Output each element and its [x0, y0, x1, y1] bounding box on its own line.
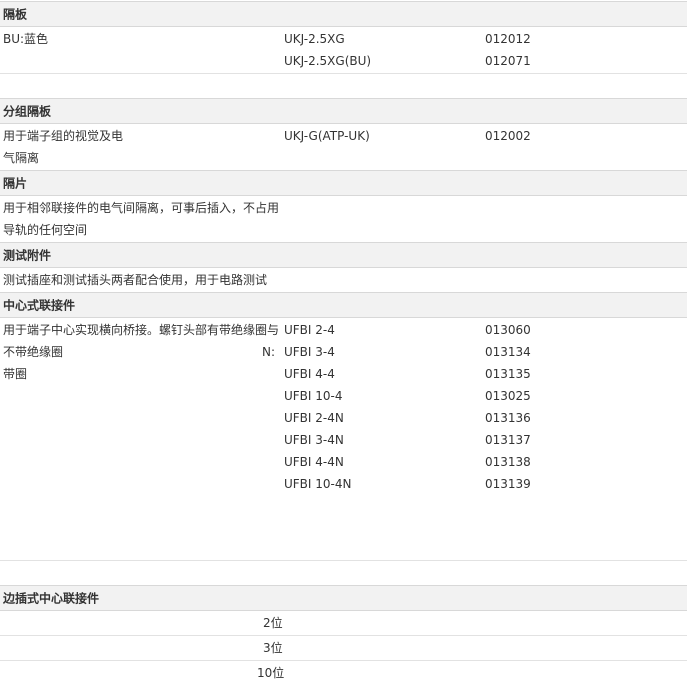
section-desc: 测试插座和测试插头两者配合使用，用于电路测试: [3, 273, 268, 287]
code-cell: 013137: [485, 433, 531, 447]
section-header-test-accessories: 测试附件: [0, 242, 687, 268]
code-cell: 013135: [485, 367, 531, 381]
position-cell: 10位: [257, 666, 285, 680]
code-cell: 013139: [485, 477, 531, 491]
section-title: 边插式中心联接件: [3, 591, 100, 606]
model-cell: UKJ-G(ATP-UK): [284, 129, 370, 143]
section-desc-line: 用于端子中心实现横向桥接。螺钉头部有带绝缘圈与: [3, 323, 280, 337]
model-cell: UFBI 2-4N: [284, 411, 344, 425]
section-title: 隔板: [3, 7, 28, 22]
model-cell: UKJ-2.5XG: [284, 32, 345, 46]
section-desc-line: 气隔离: [3, 151, 40, 165]
model-cell: UFBI 2-4: [284, 323, 335, 337]
section-title: 测试附件: [3, 248, 52, 263]
model-cell: UFBI 4-4: [284, 367, 335, 381]
section-title: 分组隔板: [3, 104, 52, 119]
code-cell: 013025: [485, 389, 531, 403]
section-header-center-bridge: 中心式联接件: [0, 292, 687, 318]
position-cell: 3位: [263, 641, 283, 655]
model-cell: UFBI 3-4N: [284, 433, 344, 447]
code-cell: 012002: [485, 129, 531, 143]
code-cell: 013134: [485, 345, 531, 359]
section-header-side-bridge: 边插式中心联接件: [0, 585, 687, 611]
section-desc-line: 用于端子组的视觉及电: [3, 129, 124, 143]
section-desc-line: 不带绝缘圈: [3, 345, 64, 359]
section-desc-line: 用于相邻联接件的电气间隔离，可事后插入，不占用: [3, 201, 280, 215]
section-title: 中心式联接件: [3, 298, 76, 313]
model-cell: UFBI 10-4N: [284, 477, 352, 491]
model-cell: UKJ-2.5XG(BU): [284, 54, 372, 68]
divider: [0, 635, 687, 636]
variant-marker: N:: [262, 345, 276, 359]
section-header-spacer: 隔片: [0, 170, 687, 196]
divider: [0, 73, 687, 74]
section-desc: BU:蓝色: [3, 32, 49, 46]
code-cell: 012012: [485, 32, 531, 46]
divider: [0, 660, 687, 661]
section-desc-line: 带圈: [3, 367, 28, 381]
code-cell: 013136: [485, 411, 531, 425]
section-header-group-partition: 分组隔板: [0, 98, 687, 124]
model-cell: UFBI 4-4N: [284, 455, 344, 469]
section-title: 隔片: [3, 176, 28, 191]
divider: [0, 560, 687, 561]
code-cell: 012071: [485, 54, 531, 68]
code-cell: 013060: [485, 323, 531, 337]
model-cell: UFBI 10-4: [284, 389, 343, 403]
position-cell: 2位: [263, 616, 283, 630]
model-cell: UFBI 3-4: [284, 345, 335, 359]
section-desc-line: 导轨的任何空间: [3, 223, 88, 237]
section-header-partition-plate: 隔板: [0, 1, 687, 27]
code-cell: 013138: [485, 455, 531, 469]
